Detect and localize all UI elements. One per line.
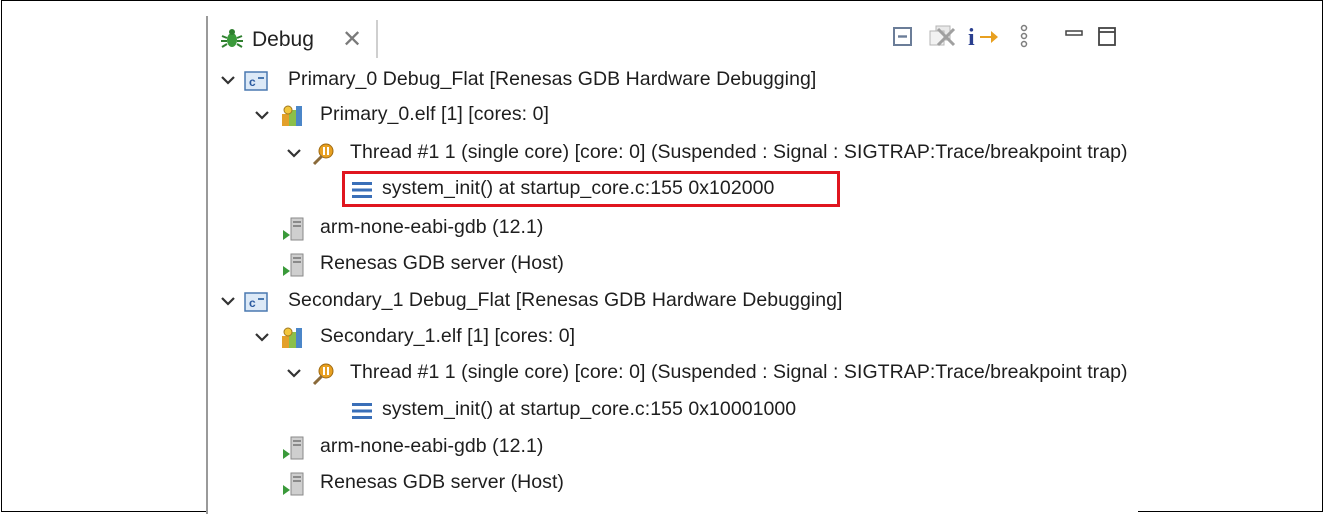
view-tab-bar: Debug ✕ i	[208, 16, 1138, 62]
tab-label: Debug	[252, 28, 314, 51]
tree-row-launch-secondary[interactable]: c Secondary_1 Debug_Flat [Renesas GDB Ha…	[208, 288, 1138, 318]
tree-row-server-secondary[interactable]: Renesas GDB server (Host)	[208, 470, 1138, 500]
process-icon	[282, 327, 302, 348]
tree-row-thread-primary[interactable]: Thread #1 1 (single core) [core: 0] (Sus…	[208, 140, 1138, 170]
tree-row-process-secondary[interactable]: Secondary_1.elf [1] [cores: 0]	[208, 324, 1138, 354]
tree-row-gdb-secondary[interactable]: arm-none-eabi-gdb (12.1)	[208, 434, 1138, 464]
view-menu-icon[interactable]	[1018, 23, 1030, 49]
chevron-down-icon[interactable]	[220, 293, 236, 309]
process-icon	[282, 105, 302, 126]
stack-frame-icon	[352, 403, 372, 419]
tree-label: Secondary_1.elf [1] [cores: 0]	[320, 325, 576, 347]
chevron-down-icon[interactable]	[286, 145, 302, 161]
tree-label: Thread #1 1 (single core) [core: 0] (Sus…	[350, 141, 1128, 163]
tree-row-thread-secondary[interactable]: Thread #1 1 (single core) [core: 0] (Sus…	[208, 360, 1138, 390]
tree-label: Thread #1 1 (single core) [core: 0] (Sus…	[350, 361, 1128, 383]
tree-row-process-primary[interactable]: Primary_0.elf [1] [cores: 0]	[208, 102, 1138, 132]
tree-label: Primary_0.elf [1] [cores: 0]	[320, 103, 549, 125]
chevron-down-icon[interactable]	[286, 365, 302, 381]
tree-label: Renesas GDB server (Host)	[320, 252, 564, 274]
tab-debug[interactable]: Debug ✕	[212, 20, 378, 58]
gdb-process-icon	[283, 436, 304, 460]
tree-label: arm-none-eabi-gdb (12.1)	[320, 435, 544, 457]
chevron-down-icon[interactable]	[220, 72, 236, 88]
tree-row-stack-frame-secondary[interactable]: system_init() at startup_core.c:155 0x10…	[208, 397, 1138, 427]
tree-label: Secondary_1 Debug_Flat [Renesas GDB Hard…	[288, 289, 843, 311]
gdb-process-icon	[283, 217, 304, 241]
svg-text:c: c	[249, 75, 256, 89]
tree-row-launch-primary[interactable]: c Primary_0 Debug_Flat [Renesas GDB Hard…	[208, 67, 1138, 97]
minimize-icon[interactable]	[1064, 23, 1084, 49]
svg-text:i: i	[968, 25, 975, 49]
tree-label: Renesas GDB server (Host)	[320, 471, 564, 493]
chevron-down-icon[interactable]	[254, 329, 270, 345]
tree-label: Primary_0 Debug_Flat [Renesas GDB Hardwa…	[288, 68, 817, 90]
debug-bug-icon	[221, 29, 243, 48]
thread-suspended-icon	[312, 143, 334, 166]
gdb-server-icon	[283, 253, 304, 277]
frame-top-border	[2, 0, 1322, 1]
collapse-all-icon[interactable]	[892, 23, 914, 49]
close-icon[interactable]: ✕	[342, 25, 362, 54]
step-into-instruction-icon[interactable]: i	[966, 23, 1000, 49]
thread-suspended-icon	[312, 363, 334, 386]
c-launch-icon: c	[244, 71, 268, 91]
debug-view: Debug ✕ i c Primary_0 Debug_Flat [Renesa…	[206, 16, 1138, 514]
chevron-down-icon[interactable]	[254, 107, 270, 123]
gdb-server-icon	[283, 472, 304, 496]
tree-row-gdb-primary[interactable]: arm-none-eabi-gdb (12.1)	[208, 215, 1138, 245]
svg-text:c: c	[249, 296, 256, 310]
tree-row-server-primary[interactable]: Renesas GDB server (Host)	[208, 251, 1138, 281]
c-launch-icon: c	[244, 292, 268, 312]
tree-label: system_init() at startup_core.c:155 0x10…	[382, 398, 797, 420]
remove-terminated-icon[interactable]	[926, 23, 958, 49]
tree-label: arm-none-eabi-gdb (12.1)	[320, 216, 544, 238]
maximize-icon[interactable]	[1096, 23, 1118, 49]
highlight-box	[342, 171, 840, 207]
